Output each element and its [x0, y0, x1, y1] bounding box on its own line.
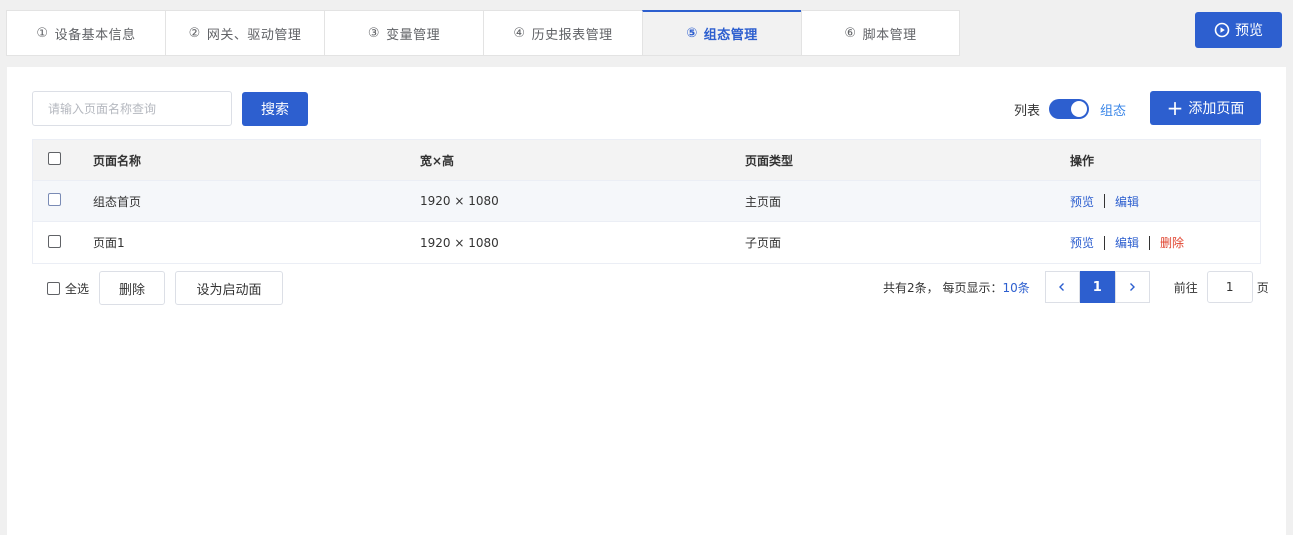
preview-button[interactable]: 预览 — [1195, 12, 1282, 48]
pagination-total: 共有2条， 每页显示：10条 — [883, 279, 1030, 296]
bulk-delete-button[interactable]: 删除 — [99, 271, 166, 305]
row-checkbox[interactable] — [48, 193, 61, 206]
preview-label: 预览 — [1235, 23, 1263, 39]
total-text: 共有2条， 每页显示： — [883, 280, 1003, 295]
tab-history-reports[interactable]: ④ 历史报表管理 — [483, 10, 642, 56]
add-page-button[interactable]: + 添加页面 — [1150, 91, 1261, 125]
tab-bar: ① 设备基本信息 ② 网关、驱动管理 ③ 变量管理 ④ 历史报表管理 ⑤ 组态管理 ⑥ 脚本… — [6, 10, 960, 56]
tab-label: 组态管理 — [703, 28, 758, 43]
next-page-button[interactable] — [1114, 271, 1150, 303]
row-checkbox[interactable] — [48, 234, 61, 248]
tab-number: ② — [188, 25, 201, 41]
page-size: 1920 × 1080 — [420, 194, 499, 208]
divider — [1104, 235, 1106, 250]
add-page-label: 添加页面 — [1188, 101, 1245, 117]
main-panel: 搜索 列表 组态 + 添加页面 页面名称 宽×高 页面类型 操作 组态首页 19… — [7, 67, 1286, 535]
divider — [1104, 194, 1106, 208]
divider — [1149, 235, 1151, 250]
set-startup-button[interactable]: 设为启动面 — [175, 271, 284, 305]
tab-variables[interactable]: ③ 变量管理 — [324, 10, 483, 56]
page-size: 1920 × 1080 — [420, 235, 499, 250]
play-circle-icon — [1214, 22, 1230, 38]
view-toggle: 列表 组态 — [1014, 99, 1126, 119]
row-edit-link[interactable]: 编辑 — [1115, 193, 1139, 210]
tab-number: ⑥ — [844, 25, 857, 41]
column-header: 页面名称 — [93, 153, 142, 168]
header-checkbox[interactable] — [48, 152, 61, 165]
search-button[interactable]: 搜索 — [242, 92, 308, 126]
pagination: 共有2条， 每页显示：10条 1 前往 页 — [883, 271, 1269, 303]
tab-label: 设备基本信息 — [54, 27, 136, 43]
tab-number: ③ — [367, 25, 381, 41]
row-edit-link[interactable]: 编辑 — [1115, 234, 1139, 251]
tab-label: 网关、驱动管理 — [206, 27, 302, 43]
toggle-config-label: 组态 — [1100, 103, 1127, 119]
page-name: 组态首页 — [93, 194, 142, 209]
column-header: 操作 — [1070, 153, 1095, 168]
column-header: 宽×高 — [420, 153, 455, 168]
tab-label: 脚本管理 — [862, 27, 917, 43]
switch-knob — [1071, 101, 1088, 117]
table-header: 页面名称 宽×高 页面类型 操作 — [33, 140, 1260, 181]
goto-page-input[interactable] — [1206, 271, 1253, 303]
tab-scripts[interactable]: ⑥ 脚本管理 — [801, 10, 960, 56]
tab-scada-config[interactable]: ⑤ 组态管理 — [642, 10, 801, 56]
page-name: 页面1 — [93, 236, 125, 250]
view-switch[interactable] — [1049, 99, 1090, 119]
tab-number: ④ — [513, 25, 526, 41]
tab-label: 历史报表管理 — [531, 27, 613, 43]
prev-page-button[interactable] — [1044, 271, 1080, 303]
pages-table: 页面名称 宽×高 页面类型 操作 组态首页 1920 × 1080 主页面 预览… — [32, 139, 1261, 264]
page-type: 子页面 — [745, 236, 782, 250]
bulk-actions: 全选 删除 设为启动面 — [47, 271, 293, 305]
tab-device-info[interactable]: ① 设备基本信息 — [6, 10, 165, 56]
chevron-right-icon — [1130, 283, 1136, 291]
page-number-current[interactable]: 1 — [1079, 271, 1115, 303]
page-type: 主页面 — [745, 194, 782, 209]
table-row[interactable]: 组态首页 1920 × 1080 主页面 预览 编辑 — [33, 181, 1260, 222]
tab-gateway-driver[interactable]: ② 网关、驱动管理 — [165, 10, 324, 56]
row-preview-link[interactable]: 预览 — [1070, 234, 1094, 251]
tab-number: ⑤ — [686, 26, 698, 41]
page-size-value[interactable]: 10条 — [1002, 281, 1029, 295]
select-all-label[interactable]: 全选 — [65, 280, 89, 297]
table-row[interactable]: 页面1 1920 × 1080 子页面 预览 编辑 删除 — [33, 222, 1260, 263]
chevron-left-icon — [1059, 283, 1065, 291]
page-unit-label: 页 — [1256, 280, 1269, 295]
toggle-list-label: 列表 — [1014, 103, 1041, 119]
goto-label: 前往 — [1173, 280, 1198, 295]
row-preview-link[interactable]: 预览 — [1070, 193, 1094, 210]
row-delete-link[interactable]: 删除 — [1160, 234, 1184, 251]
tab-label: 变量管理 — [386, 27, 441, 43]
select-all-checkbox[interactable] — [47, 281, 60, 295]
plus-icon: + — [1166, 96, 1184, 120]
tab-number: ① — [36, 25, 49, 41]
search-input[interactable] — [32, 91, 232, 126]
column-header: 页面类型 — [745, 153, 794, 168]
